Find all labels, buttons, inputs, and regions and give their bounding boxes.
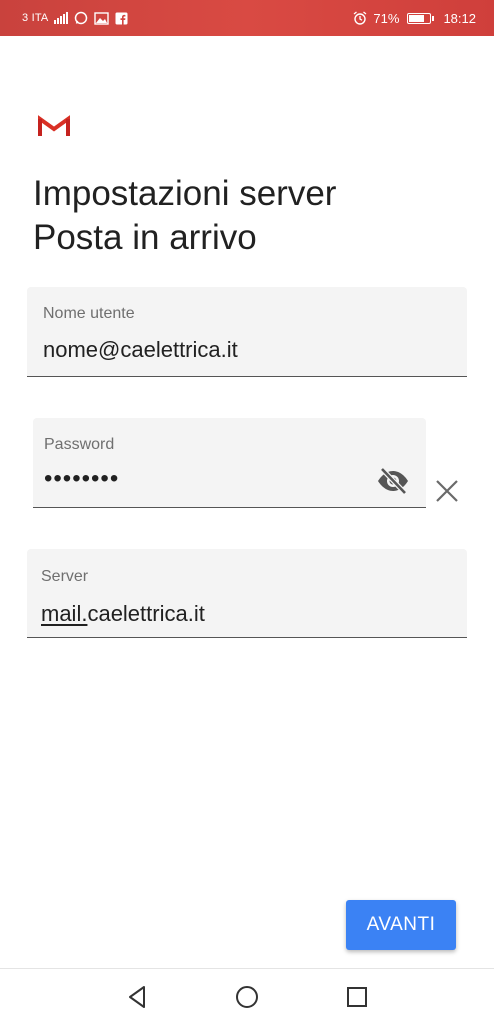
status-bar: 3 ITA 71% 18:12 — [0, 0, 494, 36]
username-value[interactable]: nome@caelettrica.it — [43, 337, 238, 363]
page-title-line2: Posta in arrivo — [33, 218, 257, 257]
recent-apps-icon[interactable] — [343, 983, 371, 1011]
home-icon[interactable] — [233, 983, 261, 1011]
battery-icon — [407, 12, 435, 24]
clock: 18:12 — [443, 10, 476, 26]
server-value-prefix: mail. — [41, 601, 88, 626]
server-value-suffix: caelettrica.it — [87, 601, 205, 626]
password-label: Password — [44, 436, 115, 453]
username-label: Nome utente — [43, 305, 135, 322]
battery-percent: 71% — [373, 10, 400, 26]
server-value[interactable]: mail.caelettrica.it — [41, 601, 205, 627]
visibility-off-icon[interactable] — [376, 466, 410, 496]
server-label: Server — [41, 568, 89, 585]
navigation-bar — [0, 968, 494, 1024]
whatsapp-icon — [74, 11, 88, 25]
status-right: 71% 18:12 — [353, 11, 476, 26]
gmail-logo — [38, 115, 70, 136]
server-field[interactable]: Server mail.caelettrica.it — [27, 549, 467, 638]
back-icon[interactable] — [124, 983, 152, 1011]
status-left: 3 ITA — [22, 11, 128, 25]
page-title: Impostazioni server Posta in arrivo — [33, 172, 463, 260]
alarm-icon — [353, 11, 367, 25]
close-icon[interactable] — [433, 477, 461, 505]
signal-icon — [54, 12, 69, 24]
next-button[interactable]: AVANTI — [346, 900, 456, 950]
password-value[interactable]: •••••••• — [44, 465, 119, 493]
page-title-line1: Impostazioni server — [33, 174, 337, 213]
password-field[interactable]: Password •••••••• — [33, 418, 426, 508]
gallery-icon — [94, 11, 110, 25]
username-field[interactable]: Nome utente nome@caelettrica.it — [27, 287, 467, 377]
facebook-icon — [115, 12, 128, 25]
carrier-label: 3 ITA — [22, 12, 49, 24]
